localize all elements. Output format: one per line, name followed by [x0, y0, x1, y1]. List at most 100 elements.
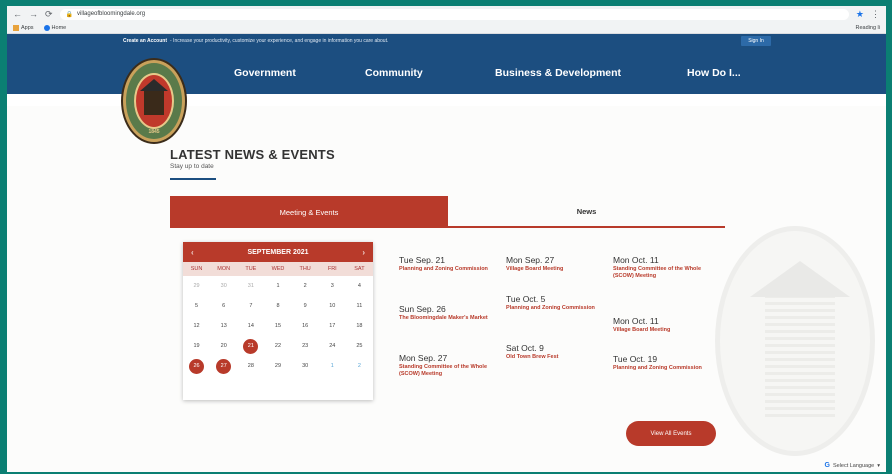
- event-item[interactable]: Mon Oct. 11 Village Board Meeting: [613, 316, 713, 334]
- calendar-day[interactable]: 12: [194, 323, 200, 329]
- nav-business-development[interactable]: Business & Development: [495, 67, 621, 79]
- seal-tower-body: [144, 91, 164, 115]
- calendar-day[interactable]: 18: [356, 323, 362, 329]
- event-item[interactable]: Mon Sep. 27 Standing Committee of the Wh…: [399, 353, 499, 378]
- event-date: Mon Oct. 11: [613, 255, 659, 265]
- bookmark-apps[interactable]: Apps: [13, 24, 34, 31]
- calendar-day[interactable]: 30: [302, 363, 308, 369]
- nav-how-do-i[interactable]: How Do I...: [687, 67, 741, 79]
- bookmarks-bar: Apps Home Reading li: [7, 22, 886, 34]
- apps-icon: [13, 24, 19, 31]
- event-title[interactable]: Planning and Zoning Commission: [613, 365, 713, 372]
- event-title[interactable]: Planning and Zoning Commission: [399, 266, 499, 273]
- back-icon[interactable]: ←: [13, 9, 22, 19]
- calendar-day[interactable]: 11: [357, 303, 363, 309]
- calendar-day-next-month[interactable]: 2: [358, 363, 361, 369]
- calendar-day[interactable]: 17: [329, 323, 335, 329]
- calendar-day[interactable]: 1: [276, 283, 279, 289]
- calendar-day-selected[interactable]: 21: [243, 338, 259, 354]
- village-seal-logo[interactable]: 1845: [123, 60, 185, 142]
- calendar-day[interactable]: 22: [275, 343, 281, 349]
- menu-icon[interactable]: ⋮: [871, 9, 880, 20]
- title-underline: [170, 178, 216, 180]
- bookmark-home[interactable]: Home: [43, 24, 66, 31]
- tab-meeting-events[interactable]: Meeting & Events: [170, 196, 448, 228]
- calendar-day[interactable]: 28: [248, 363, 254, 369]
- weekday: THU: [299, 266, 311, 272]
- calendar-day[interactable]: 7: [249, 303, 252, 309]
- address-bar[interactable]: 🔒 villageofbloomingdale.org: [59, 8, 849, 20]
- google-translate-icon: G: [824, 462, 830, 469]
- prev-month-icon[interactable]: ‹: [191, 248, 194, 257]
- calendar-day[interactable]: 5: [195, 303, 198, 309]
- calendar-day[interactable]: 9: [304, 303, 307, 309]
- calendar-weekdays: SUN MON TUE WED THU FRI SAT: [183, 262, 373, 276]
- weekday: SUN: [190, 266, 203, 272]
- calendar-day-event[interactable]: 27: [216, 358, 232, 374]
- calendar-grid: 29 30 31 1 2 3 4 5 6 7 8 9 10 11 12 13 1…: [183, 276, 373, 376]
- event-date: Sat Oct. 9: [506, 343, 544, 353]
- calendar-day[interactable]: 29: [194, 283, 200, 289]
- calendar-day[interactable]: 20: [221, 343, 227, 349]
- tab-news[interactable]: News: [448, 196, 725, 228]
- event-item[interactable]: Mon Sep. 27 Village Board Meeting: [506, 255, 606, 273]
- calendar-day[interactable]: 25: [356, 343, 362, 349]
- calendar-day[interactable]: 10: [329, 303, 335, 309]
- event-item[interactable]: Tue Oct. 19 Planning and Zoning Commissi…: [613, 354, 713, 372]
- weekday: MON: [217, 266, 231, 272]
- forward-icon[interactable]: →: [29, 9, 38, 19]
- calendar-day[interactable]: 29: [275, 363, 281, 369]
- watermark-body: [765, 297, 835, 417]
- nav-government[interactable]: Government: [234, 67, 296, 79]
- watermark-roof: [750, 261, 850, 297]
- sign-in-button[interactable]: Sign In: [741, 36, 771, 46]
- calendar-day-event[interactable]: 26: [189, 358, 205, 374]
- event-item[interactable]: Mon Oct. 11 Standing Committee of the Wh…: [613, 255, 713, 280]
- home-icon: [43, 24, 50, 31]
- language-selector[interactable]: G Select Language ▾: [824, 462, 880, 469]
- calendar-day[interactable]: 15: [275, 323, 281, 329]
- event-title[interactable]: Old Town Brew Fest: [506, 354, 606, 361]
- calendar-day[interactable]: 19: [194, 343, 200, 349]
- reading-list[interactable]: Reading li: [856, 25, 880, 31]
- calendar-day[interactable]: 13: [221, 323, 227, 329]
- calendar-day[interactable]: 2: [304, 283, 307, 289]
- event-item[interactable]: Tue Oct. 5 Planning and Zoning Commissio…: [506, 294, 606, 312]
- event-title[interactable]: Village Board Meeting: [613, 327, 713, 334]
- weekday: TUE: [245, 266, 257, 272]
- weekday: FRI: [327, 266, 337, 272]
- event-item[interactable]: Sun Sep. 26 The Bloomingdale Maker's Mar…: [399, 304, 499, 322]
- bookmark-star-icon[interactable]: ★: [856, 9, 864, 20]
- event-item[interactable]: Tue Sep. 21 Planning and Zoning Commissi…: [399, 255, 499, 273]
- next-month-icon[interactable]: ›: [362, 248, 365, 257]
- calendar-day[interactable]: 24: [329, 343, 335, 349]
- event-date: Tue Sep. 21: [399, 255, 445, 265]
- url-text: villageofbloomingdale.org: [77, 11, 146, 17]
- calendar-day[interactable]: 30: [221, 283, 227, 289]
- calendar-day[interactable]: 3: [331, 283, 334, 289]
- section-title: LATEST NEWS & EVENTS: [170, 147, 335, 162]
- event-title[interactable]: Village Board Meeting: [506, 266, 606, 273]
- event-date: Sun Sep. 26: [399, 304, 446, 314]
- calendar-day[interactable]: 14: [248, 323, 254, 329]
- calendar-day[interactable]: 4: [358, 283, 361, 289]
- calendar-day[interactable]: 16: [302, 323, 308, 329]
- reload-icon[interactable]: ⟳: [45, 9, 53, 20]
- view-all-events-button[interactable]: View All Events: [626, 421, 716, 446]
- lock-icon: 🔒: [65, 11, 74, 18]
- event-title[interactable]: Standing Committee of the Whole (SCOW) M…: [613, 266, 713, 280]
- calendar-day[interactable]: 31: [248, 283, 254, 289]
- create-account-link[interactable]: Create an Account: [123, 38, 167, 44]
- event-title[interactable]: Planning and Zoning Commission: [506, 305, 606, 312]
- news-events-section: LATEST NEWS & EVENTS Stay up to date Mee…: [7, 106, 886, 472]
- event-item[interactable]: Sat Oct. 9 Old Town Brew Fest: [506, 343, 606, 361]
- account-bar-text: - Increase your productivity, customize …: [170, 38, 389, 44]
- browser-window: ← → ⟳ 🔒 villageofbloomingdale.org ★ ⋮ Ap…: [7, 6, 886, 472]
- event-title[interactable]: The Bloomingdale Maker's Market: [399, 315, 499, 322]
- calendar-day[interactable]: 8: [276, 303, 279, 309]
- calendar-day-next-month[interactable]: 1: [331, 363, 334, 369]
- calendar-day[interactable]: 23: [302, 343, 308, 349]
- calendar-day[interactable]: 6: [222, 303, 225, 309]
- event-title[interactable]: Standing Committee of the Whole (SCOW) M…: [399, 364, 499, 378]
- nav-community[interactable]: Community: [365, 67, 423, 79]
